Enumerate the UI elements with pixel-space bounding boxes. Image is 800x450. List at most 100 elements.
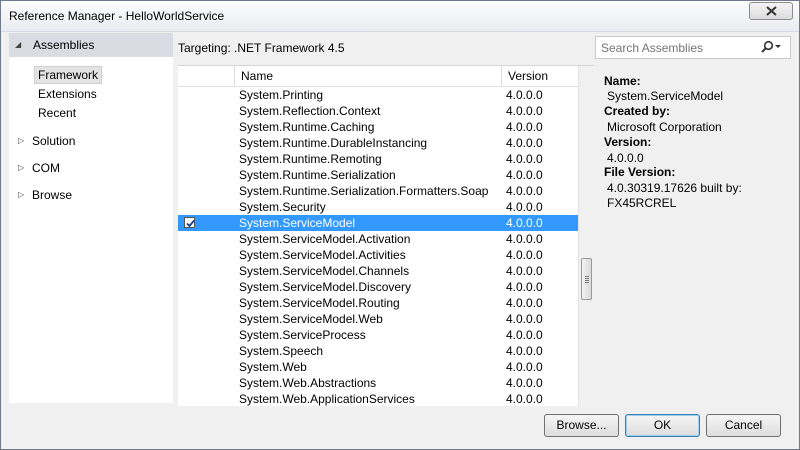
list-row[interactable]: System.Web.ApplicationServices 4.0.0.0 <box>178 391 578 406</box>
detail-file-version-label: File Version: <box>604 165 676 179</box>
assembly-name: System.ServiceModel.Routing <box>239 296 400 310</box>
search-box[interactable] <box>595 36 791 59</box>
assembly-version: 4.0.0.0 <box>506 232 543 246</box>
assemblies-list: Name Version System.Printing 4.0.0.0 Syste… <box>178 65 595 406</box>
list-row[interactable]: System.Runtime.Remoting 4.0.0.0 <box>178 151 578 167</box>
browse-button-label: Browse... <box>556 418 607 432</box>
list-row[interactable]: System.Runtime.Serialization 4.0.0.0 <box>178 167 578 183</box>
assembly-version: 4.0.0.0 <box>506 264 543 278</box>
detail-created-value: Microsoft Corporation <box>607 120 722 134</box>
checkmark-icon <box>186 219 195 228</box>
cancel-button[interactable]: Cancel <box>706 414 781 437</box>
collapsed-arrow-icon: ▷ <box>18 163 25 172</box>
list-row[interactable]: System.ServiceModel.Activities 4.0.0.0 <box>178 247 578 263</box>
search-icon[interactable] <box>760 40 782 54</box>
nav-group-com[interactable]: ▷ COM <box>9 159 173 179</box>
assembly-name: System.Reflection.Context <box>239 104 381 118</box>
nav-group-label: COM <box>32 161 60 175</box>
assembly-name: System.Runtime.Remoting <box>239 152 382 166</box>
column-header-name[interactable]: Name <box>241 69 273 83</box>
list-scrollbar[interactable] <box>578 66 595 406</box>
ok-button[interactable]: OK <box>625 414 700 437</box>
detail-file-version-build: FX45RCREL <box>607 196 677 210</box>
assembly-name: System.Runtime.Serialization <box>239 168 396 182</box>
list-row[interactable]: System.ServiceModel.Web 4.0.0.0 <box>178 311 578 327</box>
assembly-version: 4.0.0.0 <box>506 200 543 214</box>
detail-version-label: Version: <box>604 135 652 149</box>
list-row[interactable]: System.Printing 4.0.0.0 <box>178 87 578 103</box>
list-row[interactable]: System.ServiceModel.Discovery 4.0.0.0 <box>178 279 578 295</box>
list-row[interactable]: System.ServiceModel.Channels 4.0.0.0 <box>178 263 578 279</box>
assembly-name: System.Printing <box>239 88 324 102</box>
assembly-name: System.Security <box>239 200 326 214</box>
list-row[interactable]: System.Speech 4.0.0.0 <box>178 343 578 359</box>
nav-item-recent[interactable]: Recent <box>35 105 79 121</box>
assembly-version: 4.0.0.0 <box>506 88 543 102</box>
assembly-name: System.ServiceProcess <box>239 328 366 342</box>
assembly-version: 4.0.0.0 <box>506 216 543 230</box>
list-row[interactable]: System.Web 4.0.0.0 <box>178 359 578 375</box>
list-row[interactable]: System.ServiceModel.Activation 4.0.0.0 <box>178 231 578 247</box>
list-row[interactable]: System.Runtime.Caching 4.0.0.0 <box>178 119 578 135</box>
assembly-name: System.Runtime.Caching <box>239 120 375 134</box>
assembly-version: 4.0.0.0 <box>506 312 543 326</box>
include-checkbox[interactable] <box>184 217 195 228</box>
list-row[interactable]: System.ServiceModel 4.0.0.0 <box>178 215 578 231</box>
cancel-button-label: Cancel <box>724 418 763 432</box>
assembly-version: 4.0.0.0 <box>506 296 543 310</box>
collapsed-arrow-icon: ▷ <box>18 190 25 199</box>
nav-group-assemblies[interactable]: ◢ Assemblies <box>9 33 173 57</box>
assembly-version: 4.0.0.0 <box>506 136 543 150</box>
detail-file-version-value: 4.0.30319.17626 built by: <box>607 181 742 195</box>
assembly-version: 4.0.0.0 <box>506 280 543 294</box>
nav-group-label: Browse <box>32 188 73 202</box>
list-row[interactable]: System.ServiceModel.Routing 4.0.0.0 <box>178 295 578 311</box>
list-row[interactable]: System.Security 4.0.0.0 <box>178 199 578 215</box>
assembly-version: 4.0.0.0 <box>506 184 543 198</box>
list-row[interactable]: System.Reflection.Context 4.0.0.0 <box>178 103 578 119</box>
assembly-name: System.Speech <box>239 344 324 358</box>
column-divider <box>501 66 502 86</box>
assembly-version: 4.0.0.0 <box>506 392 543 406</box>
assembly-name: System.ServiceModel <box>239 216 356 230</box>
assembly-version: 4.0.0.0 <box>506 328 543 342</box>
assembly-name: System.Web <box>239 360 307 374</box>
assembly-version: 4.0.0.0 <box>506 376 543 390</box>
assembly-version: 4.0.0.0 <box>506 360 543 374</box>
assembly-name: System.ServiceModel.Discovery <box>239 280 412 294</box>
list-row[interactable]: System.Runtime.Serialization.Formatters.… <box>178 183 578 199</box>
collapsed-arrow-icon: ▷ <box>18 136 25 145</box>
nav-group-solution[interactable]: ▷ Solution <box>9 132 173 152</box>
detail-created-label: Created by: <box>604 104 671 118</box>
detail-version-value: 4.0.0.0 <box>607 151 644 165</box>
list-row[interactable]: System.Runtime.DurableInstancing 4.0.0.0 <box>178 135 578 151</box>
detail-name-value: System.ServiceModel <box>607 89 724 103</box>
search-input[interactable] <box>601 40 751 55</box>
assembly-name: System.Runtime.DurableInstancing <box>239 136 428 150</box>
nav-group-browse[interactable]: ▷ Browse <box>9 186 173 206</box>
list-row[interactable]: System.Web.Abstractions 4.0.0.0 <box>178 375 578 391</box>
assembly-name: System.ServiceModel.Activation <box>239 232 411 246</box>
nav-group-label: Solution <box>32 134 76 148</box>
targeting-label: Targeting: .NET Framework 4.5 <box>178 41 345 55</box>
nav-item-extensions[interactable]: Extensions <box>35 86 100 102</box>
assembly-name: System.Web.ApplicationServices <box>239 392 415 406</box>
close-button[interactable] <box>749 2 793 20</box>
column-header-version[interactable]: Version <box>508 69 548 83</box>
assembly-version: 4.0.0.0 <box>506 168 543 182</box>
assembly-version: 4.0.0.0 <box>506 104 543 118</box>
scrollbar-thumb[interactable] <box>581 258 592 300</box>
detail-name-label: Name: <box>604 74 641 88</box>
list-row[interactable]: System.ServiceProcess 4.0.0.0 <box>178 327 578 343</box>
close-icon <box>766 6 777 16</box>
assembly-name: System.ServiceModel.Web <box>239 312 383 326</box>
assembly-name: System.Web.Abstractions <box>239 376 377 390</box>
browse-button[interactable]: Browse... <box>544 414 619 437</box>
details-pane: Name: System.ServiceModel Created by: Mi… <box>595 65 793 405</box>
expanded-arrow-icon: ◢ <box>15 40 22 49</box>
assembly-version: 4.0.0.0 <box>506 120 543 134</box>
title-bar[interactable]: Reference Manager - HelloWorldService <box>1 1 799 32</box>
assembly-name: System.ServiceModel.Activities <box>239 248 406 262</box>
nav-item-framework[interactable]: Framework <box>34 66 103 84</box>
assembly-name: System.ServiceModel.Channels <box>239 264 410 278</box>
